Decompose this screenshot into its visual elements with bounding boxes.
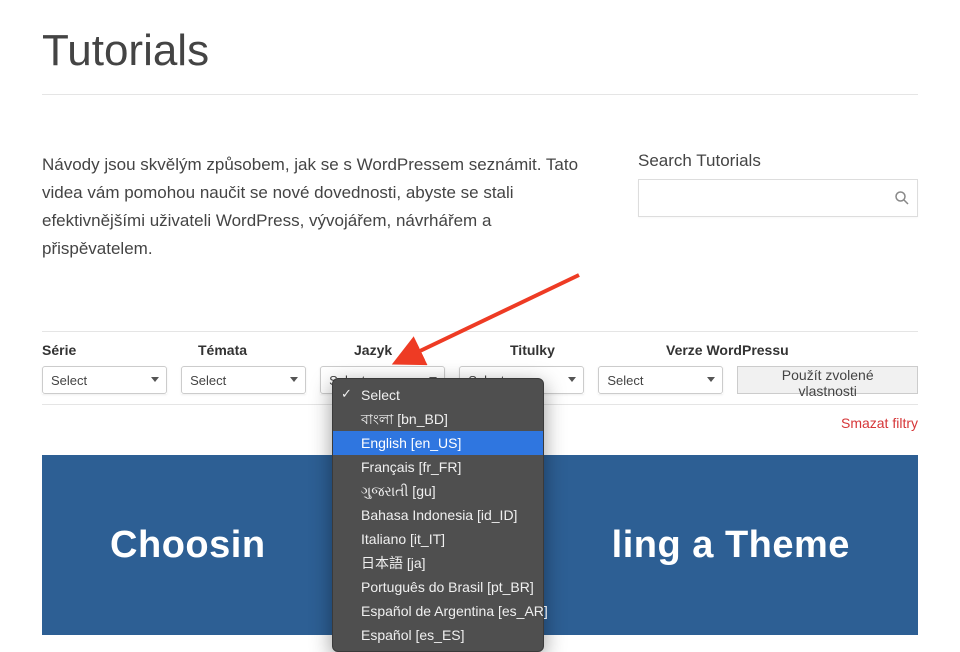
clear-filters-link[interactable]: Smazat filtry (841, 415, 918, 431)
wpversion-select[interactable]: Select (598, 366, 723, 394)
language-option[interactable]: বাংলা [bn_BD] (333, 407, 543, 431)
page-title: Tutorials (42, 0, 918, 95)
intro-text: Návody jsou skvělým způsobem, jak se s W… (42, 151, 598, 263)
topics-select[interactable]: Select (181, 366, 306, 394)
search-label: Search Tutorials (638, 151, 918, 171)
language-option[interactable]: English [en_US] (333, 431, 543, 455)
language-option[interactable]: 日本語 [ja] (333, 551, 543, 575)
filter-label-wpversion: Verze WordPressu (666, 342, 808, 358)
language-option[interactable]: ગુજરાતી [gu] (333, 479, 543, 503)
language-dropdown-menu[interactable]: Selectবাংলা [bn_BD]English [en_US]França… (332, 378, 544, 652)
language-option[interactable]: Español de Argentina [es_AR] (333, 599, 543, 623)
search-input[interactable] (647, 190, 893, 206)
apply-filters-button[interactable]: Použít zvolené vlastnosti (737, 366, 918, 394)
search-input-wrap[interactable] (638, 179, 918, 217)
filter-label-topics: Témata (198, 342, 340, 358)
language-option[interactable]: Bahasa Indonesia [id_ID] (333, 503, 543, 527)
language-option[interactable]: Português do Brasil [pt_BR] (333, 575, 543, 599)
language-option[interactable]: Français [fr_FR] (333, 455, 543, 479)
series-select[interactable]: Select (42, 366, 167, 394)
search-panel: Search Tutorials (638, 151, 918, 263)
search-icon (893, 189, 911, 207)
filter-label-series: Série (42, 342, 184, 358)
language-option[interactable]: Select (333, 383, 543, 407)
language-option[interactable]: Español [es_ES] (333, 623, 543, 647)
filter-label-language: Jazyk (354, 342, 496, 358)
filter-label-captions: Titulky (510, 342, 652, 358)
language-option[interactable]: Italiano [it_IT] (333, 527, 543, 551)
